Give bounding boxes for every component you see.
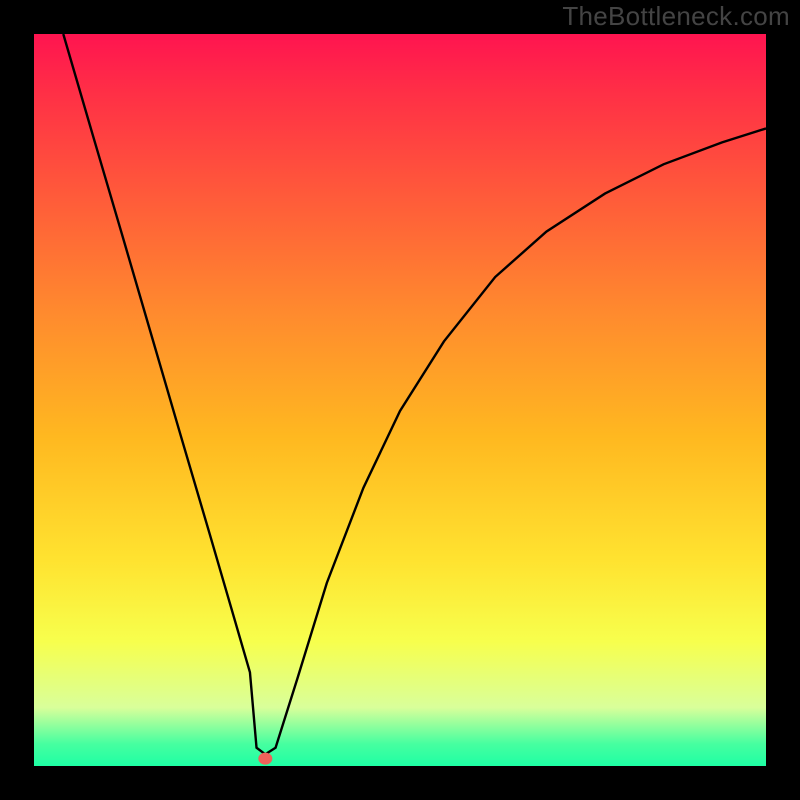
watermark-text: TheBottleneck.com bbox=[562, 1, 790, 32]
curve-svg bbox=[34, 34, 766, 766]
plot-area bbox=[34, 34, 766, 766]
optimum-marker bbox=[258, 753, 272, 765]
chart-frame: TheBottleneck.com bbox=[0, 0, 800, 800]
bottleneck-curve bbox=[63, 34, 766, 754]
